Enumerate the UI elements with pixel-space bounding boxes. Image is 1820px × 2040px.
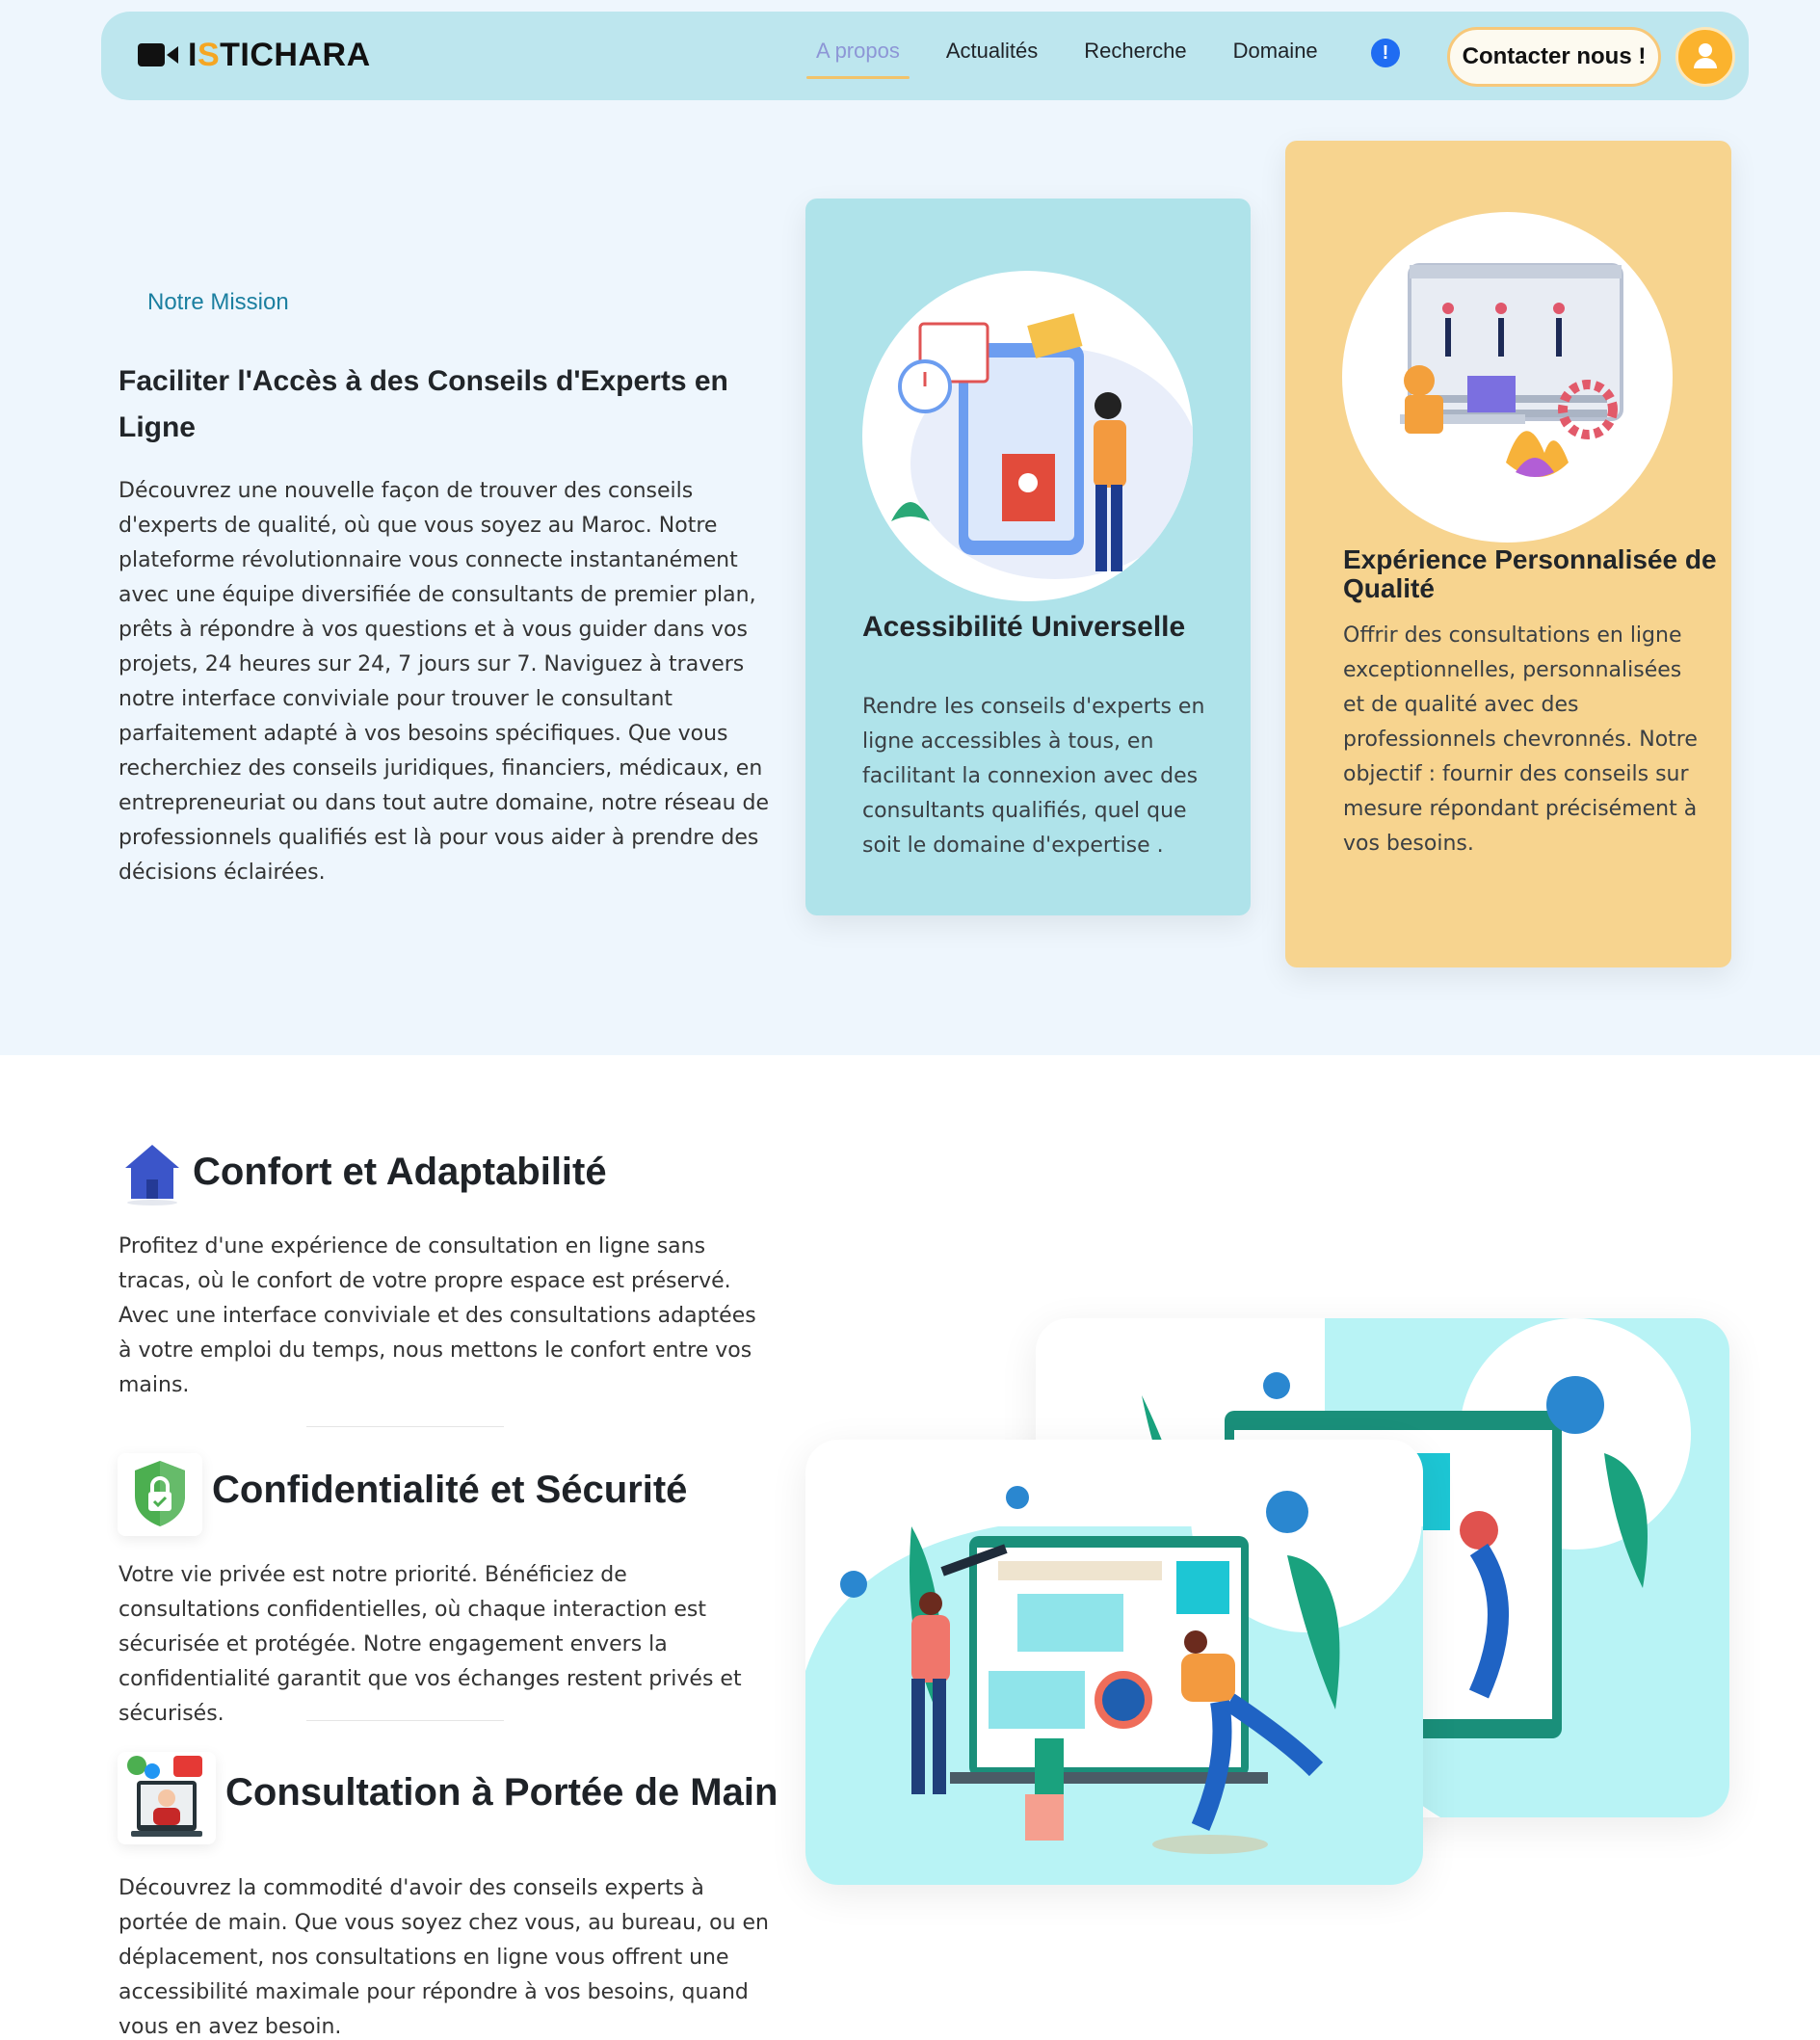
card-title: Expérience Personnalisée de Qualité <box>1343 544 1717 603</box>
user-avatar[interactable] <box>1675 27 1735 87</box>
user-icon <box>1694 43 1717 68</box>
nav-link-recherche[interactable]: Recherche <box>1072 12 1198 100</box>
contact-button[interactable]: Contacter nous ! <box>1447 27 1661 87</box>
nav-links: A propos Actualités Recherche Domaine <box>804 12 1353 100</box>
brand-name: ISTICHARA <box>188 37 371 73</box>
mission-text: Découvrez une nouvelle façon de trouver … <box>119 479 770 885</box>
navbar: ISTICHARA A propos Actualités Recherche … <box>101 12 1749 100</box>
mission-title: Faciliter l'Accès à des Conseils d'Exper… <box>119 365 728 443</box>
divider <box>306 1720 504 1721</box>
feature-text: Votre vie privée est notre priorité. Bén… <box>119 1563 742 1726</box>
card-text: Rendre les conseils d'experts en ligne a… <box>862 695 1205 858</box>
nav-link-domaine[interactable]: Domaine <box>1222 12 1330 100</box>
card-experience: Expérience Personnalisée de Qualité Offr… <box>1285 141 1731 967</box>
feature-title: Confidentialité et Sécurité <box>212 1469 688 1511</box>
video-consultation-icon <box>118 1752 216 1844</box>
shield-lock-icon <box>118 1453 202 1536</box>
search-illustration-front <box>805 1440 1423 1885</box>
nav-link-actualites[interactable]: Actualités <box>935 12 1049 100</box>
nav-link-a-propos[interactable]: A propos <box>804 12 911 100</box>
video-camera-icon <box>138 43 178 66</box>
card-accessibility: Acessibilité Universelle Rendre les cons… <box>805 199 1251 915</box>
house-icon <box>114 1133 191 1206</box>
experience-illustration <box>1342 212 1673 543</box>
feature-text: Profitez d'une expérience de consultatio… <box>119 1234 756 1397</box>
card-text: Offrir des consultations en ligne except… <box>1343 623 1698 856</box>
accessibility-illustration <box>862 271 1193 601</box>
feature-title: Consultation à Portée de Main <box>225 1771 778 1814</box>
brand-logo[interactable]: ISTICHARA <box>138 37 371 73</box>
mission-tag: Notre Mission <box>147 289 289 315</box>
info-icon[interactable]: ! <box>1371 39 1400 67</box>
feature-text: Découvrez la commodité d'avoir des conse… <box>119 1876 769 2039</box>
feature-title: Confort et Adaptabilité <box>193 1151 607 1193</box>
card-title: Acessibilité Universelle <box>862 611 1186 643</box>
divider <box>306 1426 504 1427</box>
